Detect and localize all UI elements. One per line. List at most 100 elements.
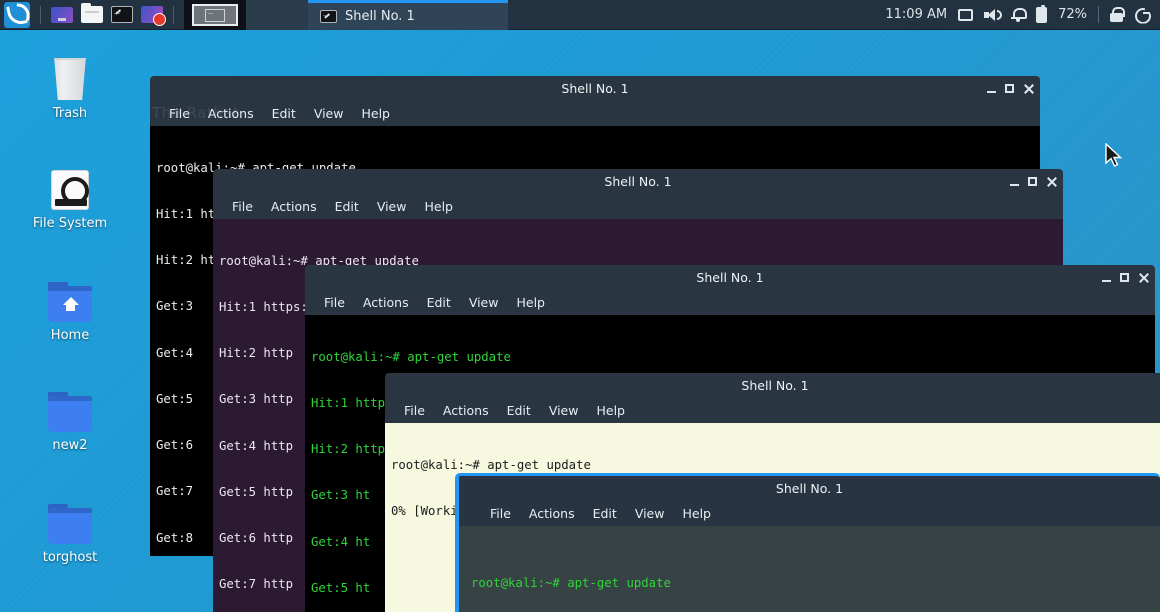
window-title: Shell No. 1 bbox=[604, 174, 672, 189]
minimize-button[interactable] bbox=[987, 90, 996, 93]
lock-icon[interactable] bbox=[1110, 7, 1125, 22]
window-title: Shell No. 1 bbox=[775, 481, 844, 496]
applications-menu-button[interactable] bbox=[0, 0, 34, 30]
menu-help[interactable]: Help bbox=[352, 104, 399, 123]
power-icon[interactable] bbox=[1134, 7, 1150, 23]
workspace-empty[interactable] bbox=[246, 0, 308, 30]
menu-file[interactable]: File bbox=[481, 504, 520, 523]
workspace-window-thumb bbox=[205, 5, 225, 22]
launcher-display-settings[interactable] bbox=[47, 0, 77, 30]
terminal-icon bbox=[111, 3, 133, 23]
menu-view[interactable]: View bbox=[305, 104, 353, 123]
launcher-terminal[interactable] bbox=[107, 0, 137, 30]
close-button[interactable] bbox=[1138, 272, 1149, 283]
menu-file[interactable]: File bbox=[315, 293, 354, 312]
bell-icon[interactable] bbox=[1011, 7, 1028, 22]
desktop-watermark: The Rathat bbox=[459, 526, 538, 527]
launcher-file-manager[interactable] bbox=[77, 0, 107, 30]
menu-actions[interactable]: Actions bbox=[354, 293, 418, 312]
menu-actions[interactable]: Actions bbox=[199, 104, 263, 123]
tray-separator bbox=[1098, 6, 1099, 23]
menu-help[interactable]: Help bbox=[415, 197, 462, 216]
menu-file[interactable]: File bbox=[160, 104, 199, 123]
clock[interactable]: 11:09 AM bbox=[885, 7, 947, 22]
launcher-screen-recorder[interactable] bbox=[137, 0, 167, 30]
panel-separator bbox=[40, 5, 41, 24]
speaker-icon[interactable] bbox=[984, 8, 1003, 22]
terminal-window-5[interactable]: Shell No. 1 File Actions Edit View Help … bbox=[455, 473, 1160, 612]
window-menubar[interactable]: File Actions Edit View Help bbox=[213, 194, 1063, 219]
menu-edit[interactable]: Edit bbox=[498, 401, 540, 420]
menu-view[interactable]: View bbox=[460, 293, 508, 312]
menu-view[interactable]: View bbox=[626, 504, 674, 523]
workspace-switcher[interactable] bbox=[184, 0, 246, 30]
folder-icon bbox=[22, 380, 118, 432]
menu-help[interactable]: Help bbox=[587, 401, 634, 420]
menu-file[interactable]: File bbox=[395, 401, 434, 420]
window-titlebar[interactable]: Shell No. 1 bbox=[305, 265, 1155, 290]
close-button[interactable] bbox=[1046, 176, 1057, 187]
panel-separator bbox=[173, 5, 174, 24]
menu-view[interactable]: View bbox=[540, 401, 588, 420]
window-title: Shell No. 1 bbox=[561, 81, 629, 96]
terminal-line: root@kali:~# apt-get update bbox=[391, 457, 591, 472]
desktop-icon-new2[interactable]: new2 bbox=[22, 380, 118, 454]
window-title: Shell No. 1 bbox=[741, 378, 809, 393]
task-button-shell-no-1[interactable]: Shell No. 1 bbox=[308, 0, 508, 30]
home-folder-icon bbox=[22, 270, 118, 322]
menu-actions[interactable]: Actions bbox=[434, 401, 498, 420]
terminal-line: root@kali:~# apt-get update bbox=[471, 576, 671, 591]
window-titlebar[interactable]: Shell No. 1 bbox=[385, 373, 1160, 398]
desktop-icon-label: Home bbox=[50, 328, 90, 343]
screen-recorder-icon bbox=[141, 6, 166, 26]
desktop-icon-label: File System bbox=[32, 216, 108, 231]
menu-edit[interactable]: Edit bbox=[326, 197, 368, 216]
battery-icon[interactable] bbox=[1036, 4, 1048, 23]
mouse-cursor bbox=[1105, 143, 1123, 167]
folder-icon bbox=[22, 492, 118, 544]
terminal-output[interactable]: The Rathat root@kali:~# apt-get update G… bbox=[459, 526, 1160, 612]
desktop-icon-label: new2 bbox=[52, 438, 88, 453]
menu-actions[interactable]: Actions bbox=[520, 504, 584, 523]
battery-percent-label: 72% bbox=[1058, 7, 1087, 22]
display-settings-icon bbox=[51, 6, 73, 23]
window-menubar[interactable]: File Actions Edit View Help bbox=[305, 290, 1155, 315]
hard-disk-icon bbox=[22, 158, 118, 210]
minimize-button[interactable] bbox=[1102, 279, 1111, 282]
monitor-icon[interactable] bbox=[958, 8, 974, 21]
desktop-icon-file-system[interactable]: File System bbox=[22, 158, 118, 232]
menu-edit[interactable]: Edit bbox=[418, 293, 460, 312]
menu-view[interactable]: View bbox=[368, 197, 416, 216]
taskbar-panel[interactable]: Shell No. 1 11:09 AM 72% bbox=[0, 0, 1160, 30]
menu-file[interactable]: File bbox=[223, 197, 262, 216]
menu-help[interactable]: Help bbox=[507, 293, 554, 312]
desktop-icon-home[interactable]: Home bbox=[22, 270, 118, 344]
desktop-icon-label: torghost bbox=[42, 550, 98, 565]
minimize-button[interactable] bbox=[1010, 183, 1019, 186]
window-title: Shell No. 1 bbox=[696, 270, 764, 285]
task-button-label: Shell No. 1 bbox=[345, 9, 415, 24]
menu-help[interactable]: Help bbox=[673, 504, 720, 523]
kali-dragon-icon bbox=[4, 1, 30, 28]
window-titlebar[interactable]: Shell No. 1 bbox=[213, 169, 1063, 194]
trash-icon bbox=[22, 48, 118, 100]
menu-actions[interactable]: Actions bbox=[262, 197, 326, 216]
maximize-button[interactable] bbox=[1005, 84, 1014, 93]
window-menubar[interactable]: File Actions Edit View Help bbox=[150, 101, 1040, 126]
menu-edit[interactable]: Edit bbox=[584, 504, 626, 523]
maximize-button[interactable] bbox=[1120, 273, 1129, 282]
desktop-icon-label: Trash bbox=[52, 106, 88, 121]
window-menubar[interactable]: File Actions Edit View Help bbox=[459, 501, 1160, 526]
maximize-button[interactable] bbox=[1028, 177, 1037, 186]
panel-spacer bbox=[508, 0, 885, 29]
window-menubar[interactable]: File Actions Edit View Help bbox=[385, 398, 1160, 423]
window-titlebar[interactable]: Shell No. 1 bbox=[150, 76, 1040, 101]
workspace-current[interactable] bbox=[192, 4, 238, 26]
desktop-icon-trash[interactable]: Trash bbox=[22, 48, 118, 122]
file-manager-icon bbox=[81, 3, 103, 23]
desktop-icon-torghost[interactable]: torghost bbox=[22, 492, 118, 566]
menu-edit[interactable]: Edit bbox=[263, 104, 305, 123]
window-titlebar[interactable]: Shell No. 1 bbox=[459, 476, 1160, 501]
close-button[interactable] bbox=[1023, 83, 1034, 94]
terminal-icon bbox=[320, 7, 337, 23]
